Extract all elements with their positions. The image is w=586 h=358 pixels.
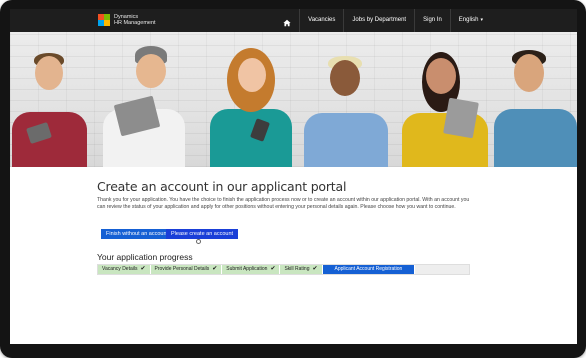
person-figure <box>298 42 393 167</box>
browser-screen: Dynamics HR Management Vacancies Jobs by… <box>10 9 577 344</box>
nav-jobs-by-department[interactable]: Jobs by Department <box>343 9 414 32</box>
chevron-down-icon: ▾ <box>480 17 483 23</box>
create-account-button[interactable]: Please create an account <box>166 229 239 239</box>
progress-step: Skill Rating ✔ <box>280 265 323 274</box>
top-navigation-bar: Dynamics HR Management Vacancies Jobs by… <box>10 9 577 32</box>
person-figure <box>10 47 90 167</box>
step-label: Vacancy Details <box>102 266 138 272</box>
checkmark-icon: ✔ <box>312 266 318 272</box>
progress-step: Submit Application ✔ <box>222 265 281 274</box>
brand-name: Dynamics HR Management <box>114 14 156 26</box>
language-label: English <box>458 17 479 23</box>
person-figure <box>492 42 577 167</box>
progress-heading: Your application progress <box>97 252 193 262</box>
person-figure <box>398 42 493 167</box>
nav-sign-in[interactable]: Sign In <box>414 9 450 32</box>
page-title: Create an account in our applicant porta… <box>97 179 347 194</box>
finish-without-account-button[interactable]: Finish without an account <box>101 229 174 239</box>
step-label: Applicant Account Registration <box>334 266 403 272</box>
progress-step: Vacancy Details ✔ <box>98 265 151 274</box>
nav-vacancies[interactable]: Vacancies <box>299 9 343 32</box>
person-figure <box>205 42 295 167</box>
nav-language-dropdown[interactable]: English ▾ <box>449 9 491 32</box>
progress-steps: Vacancy Details ✔ Provide Personal Detail… <box>97 264 470 275</box>
brand-line-2: HR Management <box>114 20 156 26</box>
person-figure <box>95 42 190 167</box>
hero-banner-image <box>10 32 577 167</box>
brand-logo-link[interactable]: Dynamics HR Management <box>98 14 156 26</box>
device-frame: Dynamics HR Management Vacancies Jobs by… <box>0 0 586 358</box>
step-label: Provide Personal Details <box>154 266 210 272</box>
checkmark-icon: ✔ <box>212 266 218 272</box>
main-content: Create an account in our applicant porta… <box>10 167 577 344</box>
progress-step-current: Applicant Account Registration <box>322 265 416 274</box>
step-label: Skill Rating <box>284 266 310 272</box>
nav-links: Vacancies Jobs by Department Sign In Eng… <box>275 9 491 32</box>
dynamics-logo-icon <box>98 14 111 26</box>
checkmark-icon: ✔ <box>270 266 276 272</box>
progress-step: Provide Personal Details ✔ <box>150 265 223 274</box>
checkmark-icon: ✔ <box>140 266 146 272</box>
home-icon <box>283 15 291 27</box>
intro-paragraph: Thank you for your application. You have… <box>97 197 470 210</box>
step-label: Submit Application <box>226 266 268 272</box>
mouse-cursor-icon <box>196 239 201 244</box>
nav-home[interactable] <box>275 9 299 32</box>
